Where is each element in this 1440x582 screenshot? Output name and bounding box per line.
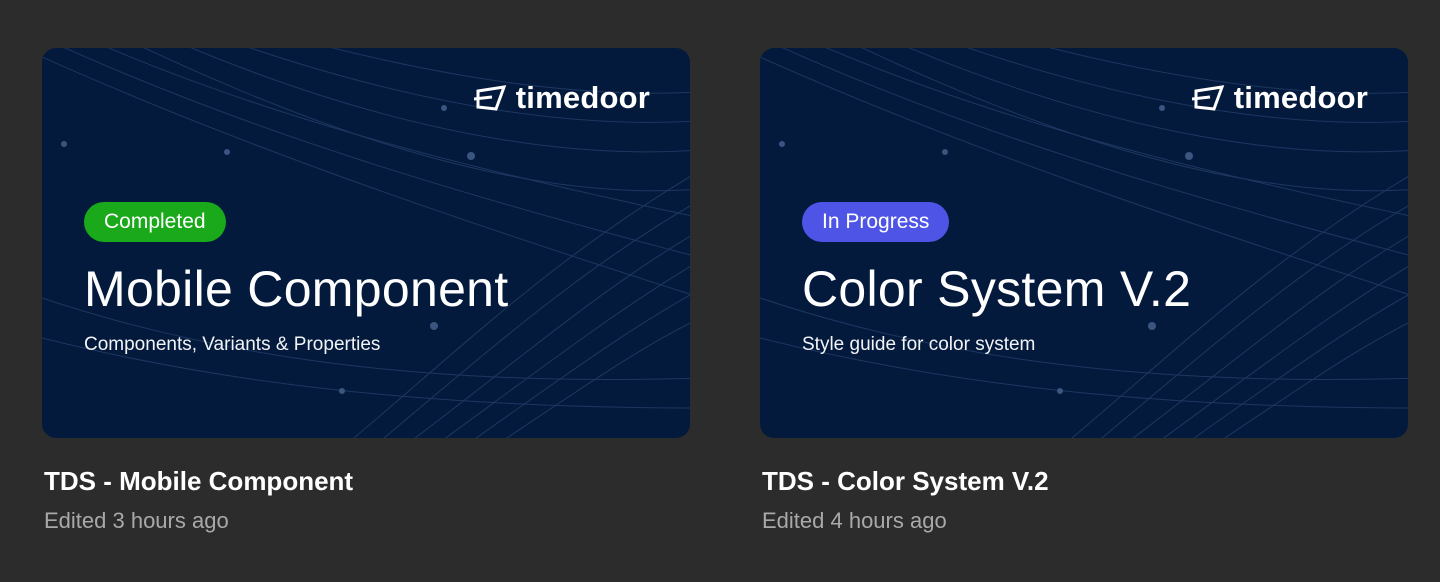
timedoor-logo-icon [473, 85, 507, 111]
brand-logo: timedoor [473, 80, 650, 116]
file-thumbnail[interactable]: timedoor Completed Mobile Component Comp… [42, 48, 690, 438]
timedoor-logo-icon [1191, 85, 1225, 111]
edited-timestamp: Edited 3 hours ago [44, 508, 229, 533]
file-card-mobile-component[interactable]: timedoor Completed Mobile Component Comp… [42, 48, 690, 536]
file-grid: timedoor Completed Mobile Component Comp… [0, 0, 1440, 582]
file-name[interactable]: TDS - Mobile Component [44, 464, 690, 498]
brand-name: timedoor [515, 80, 650, 115]
brand-logo: timedoor [1191, 80, 1368, 116]
status-badge: Completed [84, 202, 226, 242]
file-name[interactable]: TDS - Color System V.2 [762, 464, 1408, 498]
file-thumbnail[interactable]: timedoor In Progress Color System V.2 St… [760, 48, 1408, 438]
thumbnail-subtitle: Style guide for color system [802, 334, 1036, 355]
brand-name: timedoor [1233, 80, 1368, 115]
thumbnail-title: Mobile Component [84, 261, 509, 317]
edited-timestamp: Edited 4 hours ago [762, 508, 947, 533]
file-card-color-system[interactable]: timedoor In Progress Color System V.2 St… [760, 48, 1408, 536]
status-badge: In Progress [802, 202, 950, 242]
thumbnail-subtitle: Components, Variants & Properties [84, 334, 381, 355]
thumbnail-title: Color System V.2 [802, 261, 1192, 317]
